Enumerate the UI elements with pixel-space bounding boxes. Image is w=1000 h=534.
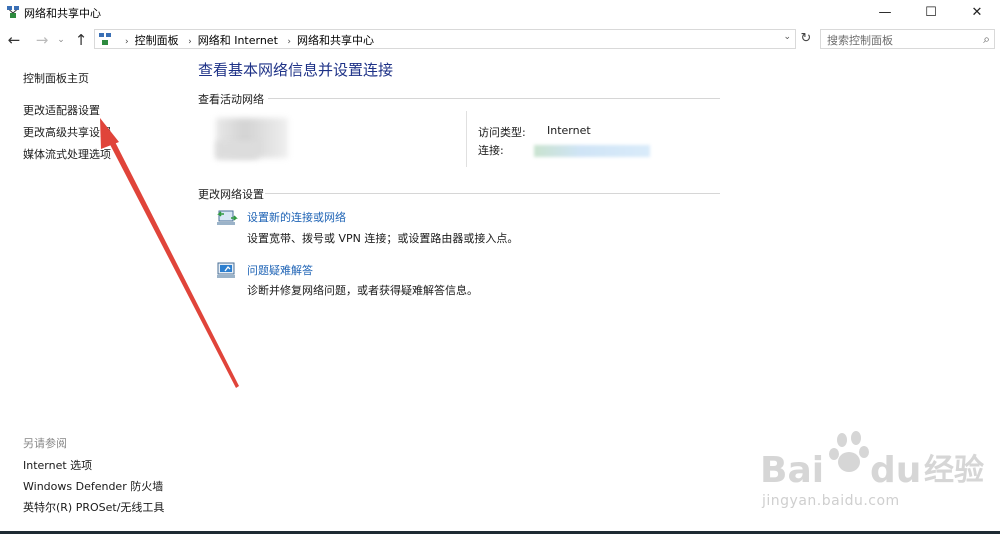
divider: [466, 111, 467, 167]
close-button[interactable]: ✕: [954, 0, 1000, 24]
refresh-button[interactable]: ↻: [797, 29, 815, 49]
breadcrumb: › 控制面板 › 网络和 Internet › 网络和共享中心: [119, 32, 374, 48]
setup-new-connection-link[interactable]: 设置新的连接或网络: [247, 209, 346, 225]
link-media-streaming-options[interactable]: 媒体流式处理选项: [23, 146, 111, 162]
minimize-button[interactable]: —: [862, 0, 908, 24]
breadcrumb-network-sharing-center[interactable]: 网络和共享中心: [297, 34, 374, 47]
access-type-value: Internet: [547, 124, 591, 137]
link-internet-options[interactable]: Internet 选项: [23, 457, 92, 473]
network-center-icon: [7, 6, 19, 18]
breadcrumb-separator[interactable]: ›: [287, 37, 291, 47]
breadcrumb-separator[interactable]: ›: [125, 37, 129, 47]
search-icon[interactable]: ⌕: [983, 32, 990, 47]
recent-locations-button[interactable]: ⌄: [55, 30, 67, 50]
network-setup-icon: [217, 210, 238, 225]
watermark-url: jingyan.baidu.com: [762, 493, 900, 509]
connection-link-redacted[interactable]: [534, 145, 650, 157]
page-title: 查看基本网络信息并设置连接: [198, 61, 394, 79]
troubleshoot-icon: [217, 262, 235, 278]
link-change-advanced-sharing[interactable]: 更改高级共享设置: [23, 124, 111, 140]
access-type-label: 访问类型:: [478, 126, 526, 139]
baidu-watermark-logo: Bai du 经验: [760, 431, 984, 491]
address-dropdown-icon[interactable]: ⌄: [783, 32, 791, 42]
breadcrumb-control-panel[interactable]: 控制面板: [135, 34, 179, 47]
navigation-bar: ← → ⌄ ↑ › 控制面板 › 网络和 Internet › 网络和共享中心 ⌄ ↻…: [0, 27, 1000, 53]
breadcrumb-network-internet[interactable]: 网络和 Internet: [198, 34, 278, 47]
maximize-button[interactable]: ☐: [908, 0, 954, 24]
search-input[interactable]: [825, 31, 979, 49]
divider: [268, 98, 720, 99]
address-bar[interactable]: › 控制面板 › 网络和 Internet › 网络和共享中心 ⌄: [94, 29, 796, 49]
svg-text:经验: 经验: [924, 453, 984, 488]
svg-text:du: du: [870, 450, 921, 491]
troubleshoot-description: 诊断并修复网络问题，或者获得疑难解答信息。: [247, 284, 478, 297]
network-name-redacted: [216, 141, 258, 159]
search-box[interactable]: ⌕: [820, 29, 995, 49]
back-button[interactable]: ←: [4, 30, 24, 50]
link-control-panel-home[interactable]: 控制面板主页: [23, 70, 89, 86]
title-bar: 网络和共享中心 — ☐ ✕: [0, 0, 1000, 24]
link-windows-defender-firewall[interactable]: Windows Defender 防火墙: [23, 478, 163, 494]
svg-text:Bai: Bai: [760, 450, 824, 491]
see-also-heading: 另请参阅: [23, 437, 67, 450]
setup-new-connection-description: 设置宽带、拨号或 VPN 连接；或设置路由器或接入点。: [247, 232, 519, 245]
control-panel-icon: [99, 33, 111, 45]
left-pane: 控制面板主页 更改适配器设置 更改高级共享设置 媒体流式处理选项 另请参阅 In…: [0, 55, 190, 534]
forward-button[interactable]: →: [32, 30, 52, 50]
link-intel-proset-wireless[interactable]: 英特尔(R) PROSet/无线工具: [23, 499, 164, 515]
troubleshoot-link[interactable]: 问题疑难解答: [247, 262, 313, 278]
breadcrumb-separator[interactable]: ›: [188, 37, 192, 47]
up-button[interactable]: ↑: [71, 30, 91, 50]
link-change-adapter-settings[interactable]: 更改适配器设置: [23, 102, 100, 118]
window-title: 网络和共享中心: [24, 7, 101, 20]
divider: [265, 193, 720, 194]
change-settings-heading: 更改网络设置: [198, 188, 264, 201]
connection-label: 连接:: [478, 144, 504, 157]
active-networks-heading: 查看活动网络: [198, 93, 264, 106]
